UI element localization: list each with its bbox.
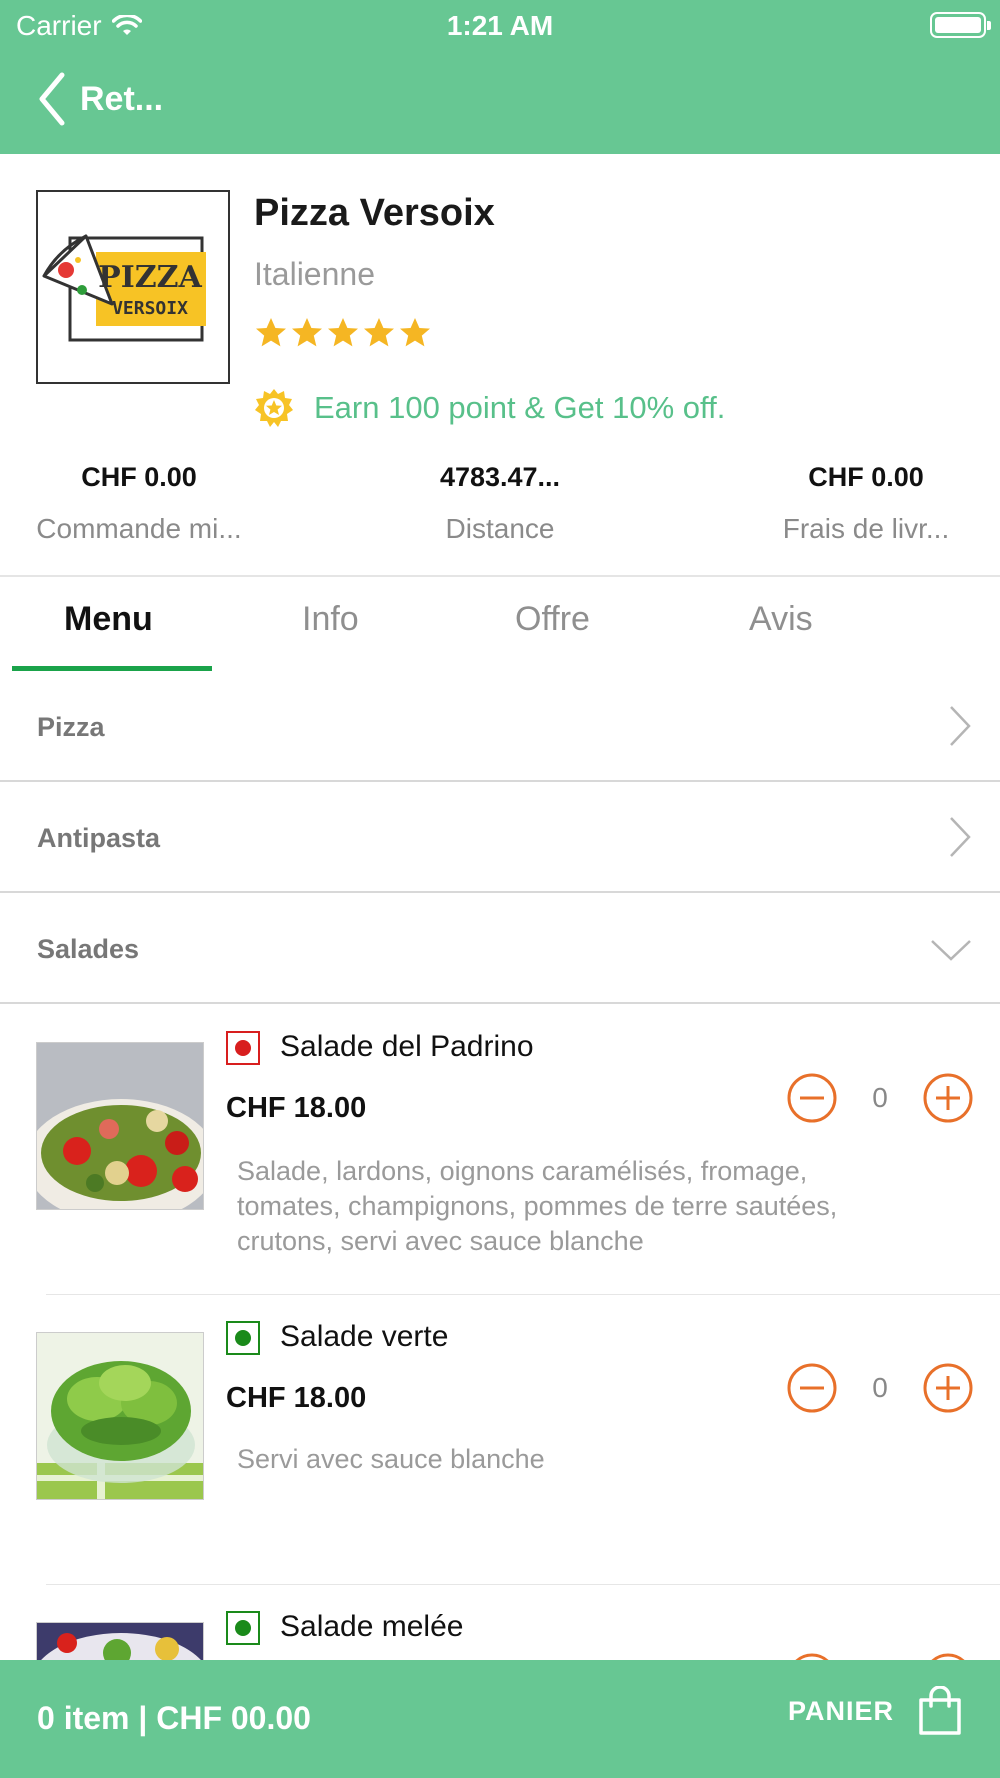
divider xyxy=(0,575,1000,577)
status-time: 1:21 AM xyxy=(446,10,554,41)
menu-item: Salade melée xyxy=(0,1586,1000,1660)
star-icon xyxy=(256,318,286,347)
tab-menu[interactable]: Menu xyxy=(64,600,153,639)
category-pizza[interactable]: Pizza xyxy=(0,672,1000,782)
restaurant-stats: CHF 0.00 Commande mi... 4783.47... Dista… xyxy=(0,462,1000,572)
category-salades[interactable]: Salades xyxy=(0,894,1000,1004)
item-description: Servi avec sauce blanche xyxy=(237,1444,545,1474)
cart-bar: 0 item | CHF 00.00 PANIER xyxy=(0,1660,1000,1778)
menu-item: Salade verte CHF 18.00 Servi avec sauce … xyxy=(0,1296,1000,1586)
category-name: Salades xyxy=(37,934,140,964)
stat-label: Commande mi... xyxy=(36,513,242,544)
stat-label: Frais de livr... xyxy=(782,513,950,544)
navigation-bar: Ret... xyxy=(0,66,1000,136)
logo-text-pizza: PIZZA xyxy=(98,260,202,295)
star-icon xyxy=(328,318,358,347)
panier-button[interactable]: PANIER xyxy=(788,1686,962,1736)
star-icon xyxy=(400,318,430,347)
quantity-value: 0 xyxy=(872,1082,888,1113)
tab-offre[interactable]: Offre xyxy=(515,600,590,639)
increment-button[interactable] xyxy=(922,1362,974,1414)
restaurant-cuisine: Italienne xyxy=(254,256,375,292)
decrement-button[interactable] xyxy=(786,1652,838,1660)
increment-button[interactable] xyxy=(922,1652,974,1660)
cart-summary: 0 item | CHF 00.00 xyxy=(37,1700,311,1736)
stat-label: Distance xyxy=(445,513,555,544)
decrement-button[interactable] xyxy=(786,1362,838,1414)
item-name: Salade verte xyxy=(280,1320,449,1353)
item-image-salad-tomato xyxy=(36,1042,204,1210)
promo-text: Earn 100 point & Get 10% off. xyxy=(314,390,726,425)
star-icon xyxy=(364,318,394,347)
quantity-stepper xyxy=(786,1652,974,1660)
restaurant-logo: PIZZA VERSOIX xyxy=(36,190,230,384)
tab-avis[interactable]: Avis xyxy=(749,600,813,639)
non-veg-badge-icon xyxy=(226,1031,260,1065)
category-name: Antipasta xyxy=(37,823,161,853)
tab-info[interactable]: Info xyxy=(302,600,359,639)
decrement-button[interactable] xyxy=(786,1072,838,1124)
active-tab-indicator xyxy=(12,666,212,671)
restaurant-name: Pizza Versoix xyxy=(254,192,495,234)
shopping-bag-icon xyxy=(919,1686,961,1735)
item-name: Salade del Padrino xyxy=(280,1030,534,1063)
logo-text-versoix: VERSOIX xyxy=(112,298,188,319)
item-divider xyxy=(46,1294,1000,1295)
stat-value: CHF 0.00 xyxy=(808,462,924,492)
rating-stars xyxy=(254,316,432,350)
chevron-down-icon xyxy=(931,940,971,961)
item-name: Salade melée xyxy=(280,1610,464,1643)
chevron-right-icon xyxy=(950,817,971,857)
veg-badge-icon xyxy=(226,1611,260,1645)
quantity-value: 0 xyxy=(872,1372,888,1403)
item-image-green-salad xyxy=(36,1332,204,1500)
battery-icon xyxy=(930,12,991,38)
item-divider xyxy=(46,1584,1000,1585)
pizza-logo-graphic: PIZZA VERSOIX xyxy=(42,234,206,342)
app-header: Carrier 1:21 AM Ret... xyxy=(0,0,1000,154)
star-icon xyxy=(292,318,322,347)
chevron-left-icon xyxy=(39,72,65,126)
stat-delivery-fee: CHF 0.00 Frais de livr... xyxy=(760,462,972,545)
back-button[interactable]: Ret... xyxy=(38,72,163,126)
quantity-stepper: 0 xyxy=(786,1072,974,1124)
panier-label: PANIER xyxy=(787,1695,894,1726)
item-description: Salade, lardons, oignons caramélisés, fr… xyxy=(237,1156,838,1256)
item-image-mixed-salad xyxy=(36,1622,204,1660)
quantity-stepper: 0 xyxy=(786,1362,974,1414)
category-name: Pizza xyxy=(37,712,105,742)
item-price: CHF 18.00 xyxy=(226,1382,367,1414)
item-price: CHF 18.00 xyxy=(226,1092,367,1124)
back-button-label: Ret... xyxy=(80,79,164,118)
chevron-right-icon xyxy=(950,706,971,746)
stat-minimum-order: CHF 0.00 Commande mi... xyxy=(0,462,278,545)
category-antipasta[interactable]: Antipasta xyxy=(0,783,1000,893)
stat-value: 4783.47... xyxy=(439,462,561,492)
stat-distance: 4783.47... Distance xyxy=(400,462,600,545)
reward-badge-icon xyxy=(255,389,293,427)
increment-button[interactable] xyxy=(922,1072,974,1124)
menu-item: Salade del Padrino CHF 18.00 Salade, lar… xyxy=(0,1006,1000,1296)
veg-badge-icon xyxy=(226,1321,260,1355)
stat-value: CHF 0.00 xyxy=(81,462,197,492)
tab-bar: Menu Info Offre Avis xyxy=(0,578,1000,672)
loyalty-promo: Earn 100 point & Get 10% off. xyxy=(254,388,725,428)
status-bar: Carrier 1:21 AM xyxy=(0,0,1000,50)
